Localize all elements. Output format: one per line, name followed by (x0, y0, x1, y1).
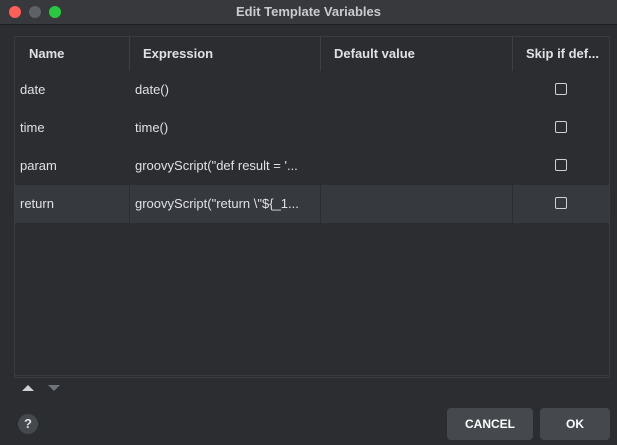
edit-template-variables-dialog: Edit Template Variables Name Expression … (0, 0, 617, 445)
table-row[interactable]: time time() (15, 109, 609, 147)
expression-cell[interactable]: time() (135, 109, 315, 147)
column-divider (320, 37, 321, 71)
skip-if-defined-checkbox[interactable] (555, 197, 567, 209)
help-button[interactable]: ? (18, 414, 38, 434)
variable-name-cell[interactable]: return (20, 185, 125, 223)
expression-cell[interactable]: date() (135, 71, 315, 109)
column-divider (512, 37, 513, 71)
column-header-skip-if-defined[interactable]: Skip if def... (526, 37, 606, 71)
column-divider (129, 37, 130, 71)
triangle-up-icon[interactable] (20, 381, 36, 395)
default-value-cell[interactable] (321, 185, 511, 223)
default-value-cell[interactable] (321, 147, 511, 185)
variable-name-cell[interactable]: time (20, 109, 125, 147)
window-title: Edit Template Variables (236, 4, 381, 19)
variable-name-cell[interactable]: param (20, 147, 125, 185)
default-value-cell[interactable] (321, 109, 511, 147)
skip-if-defined-checkbox[interactable] (555, 83, 567, 95)
column-header-default-value[interactable]: Default value (334, 37, 484, 71)
ok-button[interactable]: OK (540, 408, 610, 440)
skip-if-defined-checkbox[interactable] (555, 121, 567, 133)
table-row[interactable]: param groovyScript("def result = '... (15, 147, 609, 185)
table-header: Name Expression Default value Skip if de… (15, 37, 609, 71)
column-header-expression[interactable]: Expression (143, 37, 313, 71)
toolbar-divider (14, 375, 608, 376)
skip-if-defined-checkbox[interactable] (555, 159, 567, 171)
variables-table: Name Expression Default value Skip if de… (14, 36, 610, 378)
cell-divider (512, 185, 513, 223)
cancel-button[interactable]: CANCEL (447, 408, 533, 440)
default-value-cell[interactable] (321, 71, 511, 109)
expression-cell[interactable]: groovyScript("return \"${_1... (135, 185, 315, 223)
table-row[interactable]: date date() (15, 71, 609, 109)
triangle-down-icon[interactable] (46, 381, 62, 395)
title-bar: Edit Template Variables (0, 0, 617, 25)
table-row-selected[interactable]: return groovyScript("return \"${_1... (15, 185, 609, 223)
cell-divider (129, 185, 130, 223)
column-header-name[interactable]: Name (29, 37, 129, 71)
expression-cell[interactable]: groovyScript("def result = '... (135, 147, 315, 185)
variable-name-cell[interactable]: date (20, 71, 125, 109)
